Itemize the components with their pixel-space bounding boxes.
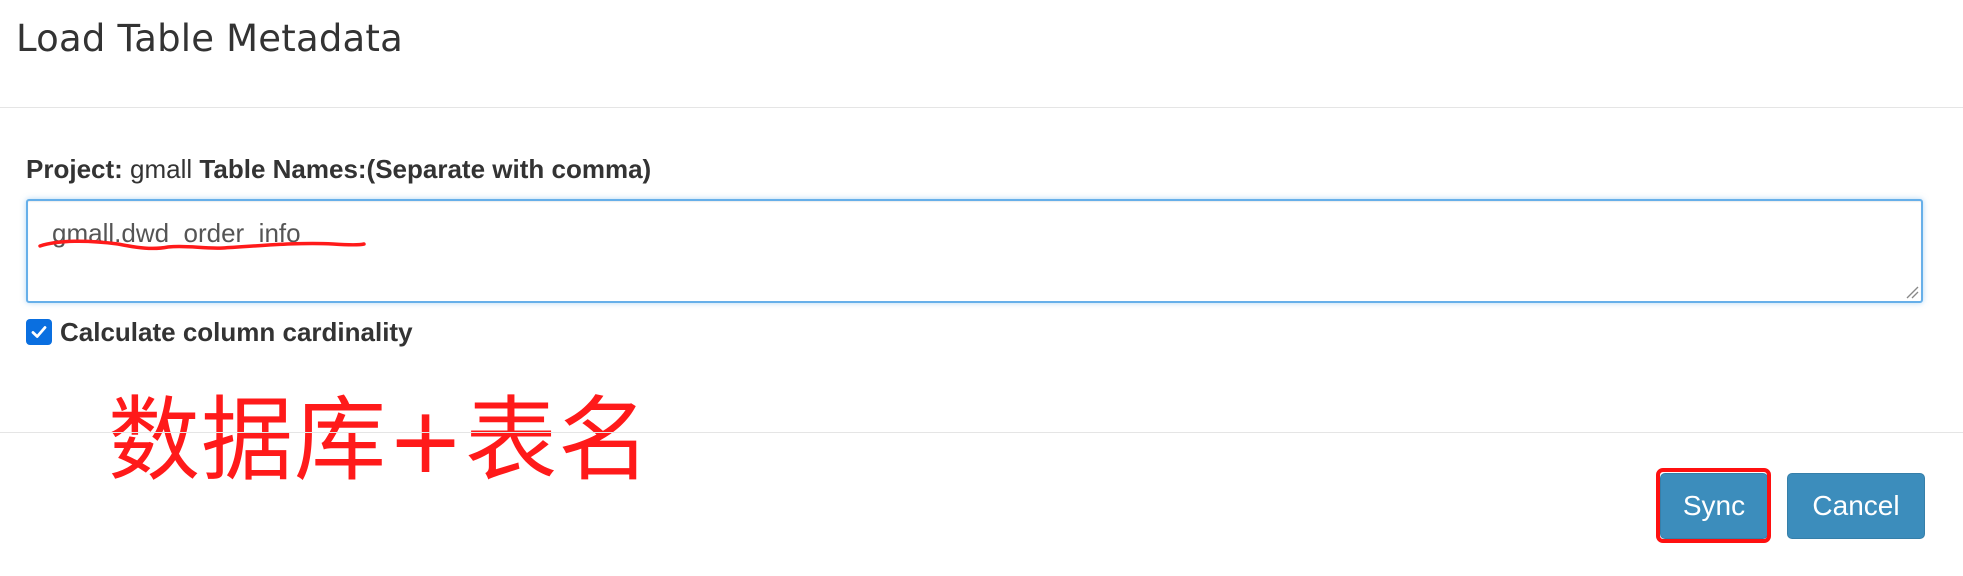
resize-grip-icon[interactable] (1905, 285, 1919, 299)
table-names-value[interactable]: gmall.dwd_order_info (52, 217, 301, 249)
cardinality-checkbox-label[interactable]: Calculate column cardinality (60, 315, 413, 349)
header-divider (0, 107, 1963, 108)
table-names-textarea[interactable]: gmall.dwd_order_info (26, 199, 1923, 303)
modal-title: Load Table Metadata (16, 17, 403, 60)
project-label: Project: (26, 154, 123, 184)
cancel-button[interactable]: Cancel (1787, 473, 1925, 539)
checkmark-icon (31, 326, 47, 338)
annotation-text: 数据库+表名 (108, 387, 652, 494)
sync-button[interactable]: Sync (1660, 473, 1768, 539)
footer-divider (0, 432, 1963, 433)
table-names-label: Table Names:(Separate with comma) (199, 154, 652, 184)
cardinality-checkbox-row[interactable]: Calculate column cardinality (26, 315, 413, 349)
project-value: gmall (130, 154, 193, 184)
cardinality-checkbox[interactable] (26, 319, 52, 345)
form-label-row: Project: gmall Table Names:(Separate wit… (26, 152, 651, 186)
